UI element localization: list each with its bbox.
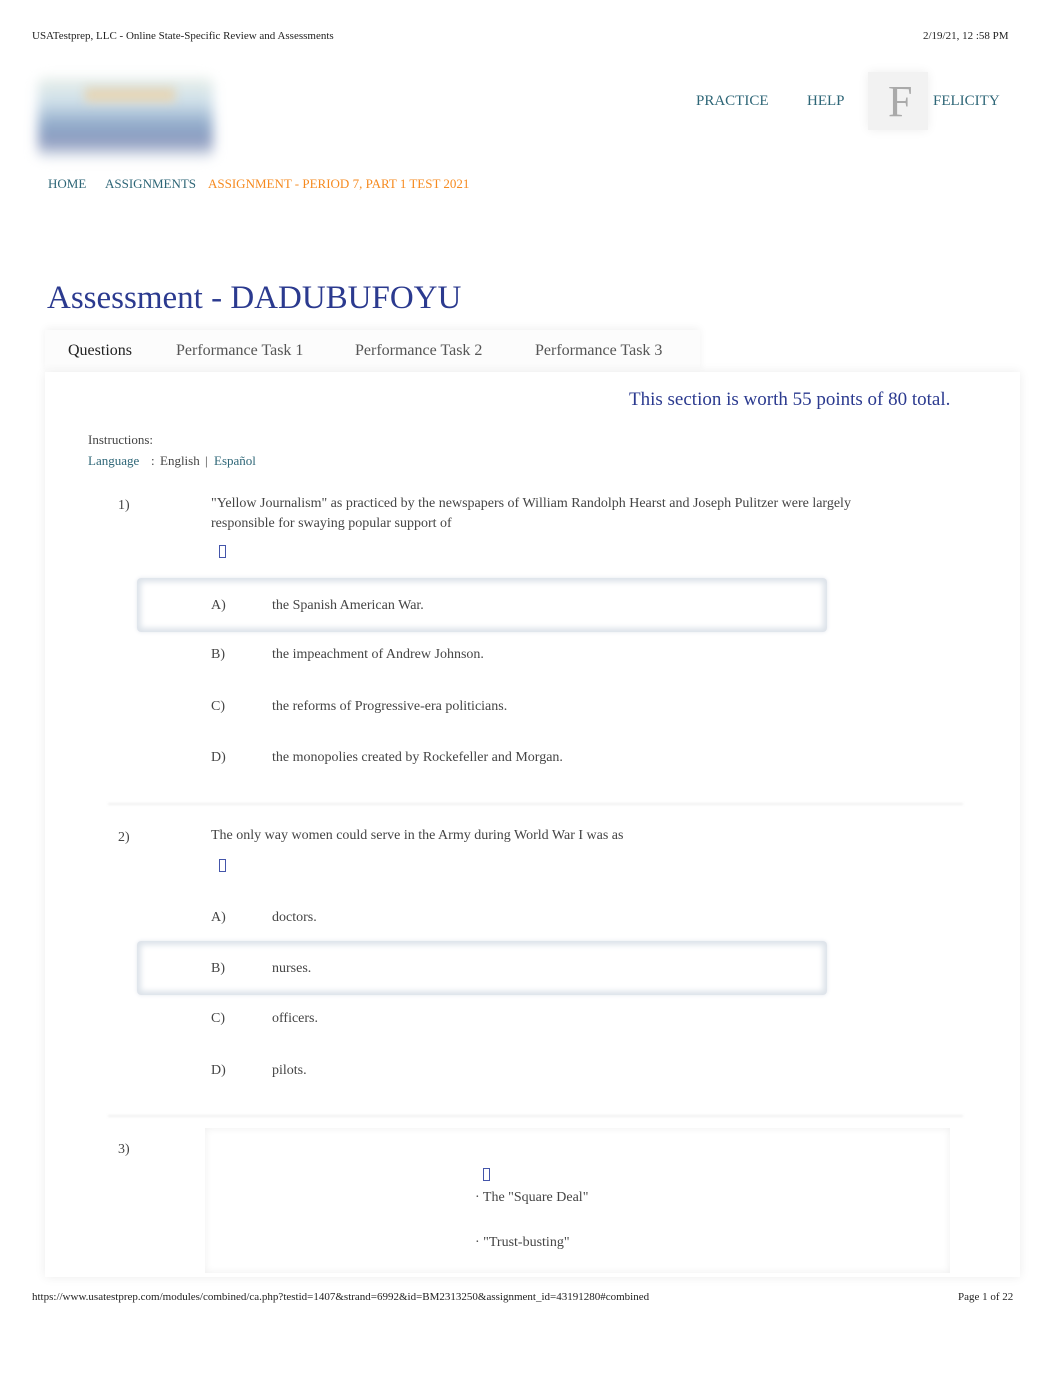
print-footer-url: https://www.usatestprep.com/modules/comb… — [32, 1291, 650, 1303]
audio-icon[interactable] — [219, 545, 226, 558]
question-text: The only way women could serve in the Ar… — [211, 828, 624, 843]
print-header-title: USATestprep, LLC - Online State-Specific… — [32, 30, 334, 42]
instructions-label: Instructions: — [88, 432, 153, 447]
selected-answer-highlight — [137, 578, 827, 632]
avatar[interactable]: F — [868, 72, 928, 130]
print-header-datetime: 2/19/21, 12 :58 PM — [923, 30, 1009, 42]
answer-letter[interactable]: A) — [211, 598, 226, 614]
language-link[interactable]: Language — [88, 453, 139, 469]
breadcrumb-current: ASSIGNMENT - PERIOD 7, PART 1 TEST 2021 — [208, 176, 470, 191]
breadcrumb-home[interactable]: HOME — [48, 176, 86, 192]
tab-performance-task-2[interactable]: Performance Task 2 — [355, 342, 482, 360]
language-espanol[interactable]: Español — [214, 453, 256, 469]
language-pipe: | — [205, 453, 208, 468]
language-sep: : — [151, 453, 155, 468]
answer-text[interactable]: officers. — [272, 1011, 318, 1027]
answer-letter[interactable]: D) — [211, 750, 226, 766]
question-number: 3) — [118, 1142, 130, 1157]
question-number: 2) — [118, 830, 130, 845]
nav-help[interactable]: HELP — [807, 93, 845, 110]
avatar-initial: F — [888, 77, 913, 126]
tab-questions[interactable]: Questions — [68, 342, 132, 360]
question-text: responsible for swaying popular support … — [211, 516, 452, 531]
nav-practice[interactable]: PRACTICE — [696, 93, 769, 110]
answer-letter[interactable]: C) — [211, 699, 225, 715]
question-divider — [108, 1115, 963, 1117]
tab-performance-task-1[interactable]: Performance Task 1 — [176, 342, 303, 360]
breadcrumb-assignments[interactable]: ASSIGNMENTS — [105, 176, 196, 192]
stimulus-bullet: · "Trust-busting" — [475, 1235, 570, 1250]
question-text: "Yellow Journalism" as practiced by the … — [211, 496, 851, 511]
answer-text[interactable]: nurses. — [272, 961, 311, 977]
answer-text[interactable]: doctors. — [272, 910, 317, 926]
print-footer-page: Page 1 of 22 — [958, 1291, 1014, 1303]
answer-letter[interactable]: B) — [211, 961, 225, 977]
question-divider — [108, 803, 963, 805]
answer-letter[interactable]: A) — [211, 910, 226, 926]
answer-letter[interactable]: D) — [211, 1063, 226, 1079]
nav-user[interactable]: FELICITY — [933, 93, 1000, 110]
section-worth: This section is worth 55 points of 80 to… — [629, 389, 951, 410]
answer-text[interactable]: the Spanish American War. — [272, 598, 424, 614]
page-title: Assessment - DADUBUFOYU — [47, 280, 462, 316]
tab-performance-task-3[interactable]: Performance Task 3 — [535, 342, 662, 360]
answer-text[interactable]: pilots. — [272, 1063, 307, 1079]
stimulus-bullet: · The "Square Deal" — [475, 1190, 589, 1205]
question-number: 1) — [118, 498, 130, 513]
answer-letter[interactable]: B) — [211, 647, 225, 663]
answer-text[interactable]: the impeachment of Andrew Johnson. — [272, 647, 484, 663]
answer-text[interactable]: the monopolies created by Rockefeller an… — [272, 750, 563, 766]
site-logo-accent — [85, 88, 175, 102]
audio-icon[interactable] — [483, 1168, 490, 1181]
language-english[interactable]: English — [160, 453, 200, 469]
answer-text[interactable]: the reforms of Progressive-era politicia… — [272, 699, 507, 715]
answer-letter[interactable]: C) — [211, 1011, 225, 1027]
audio-icon[interactable] — [219, 859, 226, 872]
selected-answer-highlight — [137, 941, 827, 995]
